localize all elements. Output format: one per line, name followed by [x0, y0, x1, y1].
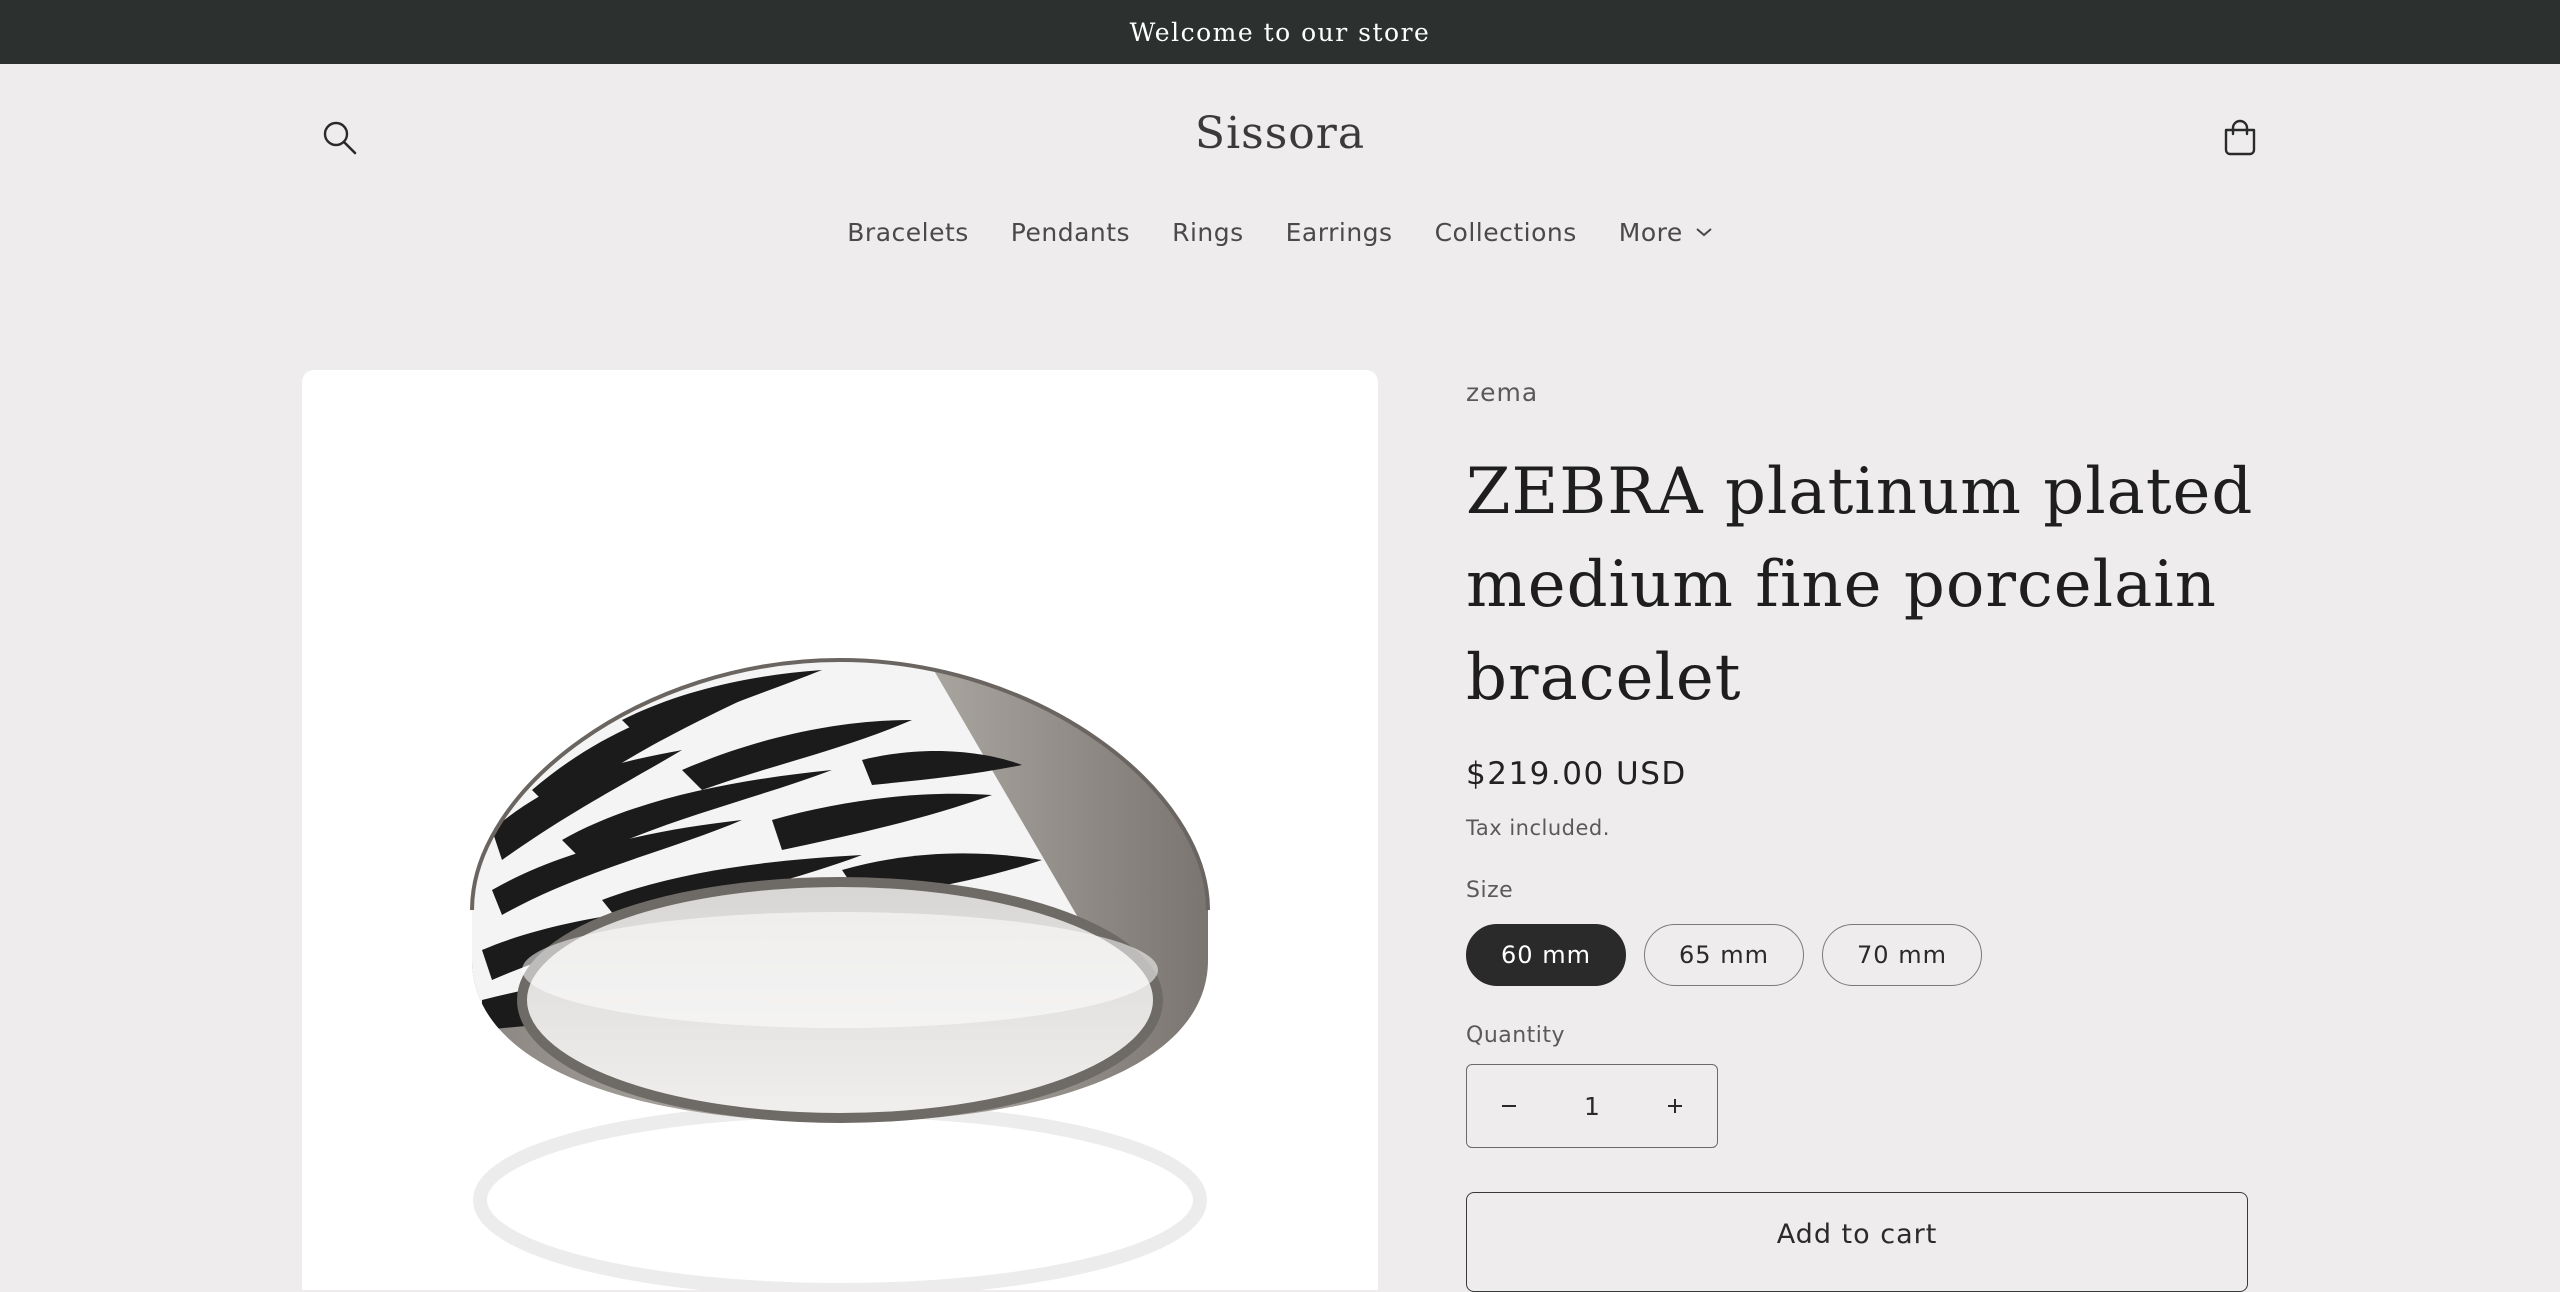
bracelet-image	[470, 657, 1210, 1290]
tax-note: Tax included.	[1466, 816, 1610, 840]
size-option-65mm[interactable]: 65 mm	[1644, 924, 1804, 986]
search-button[interactable]	[318, 116, 362, 160]
nav-item-label: Collections	[1434, 217, 1577, 247]
nav-item-label: Bracelets	[847, 217, 969, 247]
quantity-label: Quantity	[1466, 1023, 1566, 1048]
nav-item-bracelets[interactable]: Bracelets	[826, 218, 990, 247]
nav-item-rings[interactable]: Rings	[1151, 218, 1265, 247]
add-to-cart-button[interactable]: Add to cart	[1466, 1192, 2248, 1292]
product-vendor: zema	[1466, 378, 1539, 407]
nav-item-earrings[interactable]: Earrings	[1265, 218, 1414, 247]
announcement-bar: Welcome to our store	[0, 0, 2560, 64]
nav-item-collections[interactable]: Collections	[1414, 218, 1598, 247]
quantity-input[interactable]: 1	[1551, 1092, 1633, 1121]
shopping-bag-icon	[2224, 119, 2256, 156]
chevron-down-icon	[1696, 228, 1712, 237]
main-navigation: Bracelets Pendants Rings Earrings Collec…	[0, 210, 2560, 254]
quantity-increase-button[interactable]	[1633, 1065, 1717, 1147]
plus-icon	[1668, 1099, 1682, 1113]
nav-item-pendants[interactable]: Pendants	[990, 218, 1151, 247]
minus-icon	[1502, 1105, 1516, 1107]
product-image[interactable]	[302, 370, 1378, 1290]
nav-item-label: Rings	[1172, 217, 1244, 247]
nav-item-more[interactable]: More	[1598, 218, 1734, 247]
search-icon	[323, 121, 357, 155]
size-label: Size	[1466, 878, 1514, 903]
product-price: $219.00 USD	[1466, 756, 1687, 792]
brand-logo-link[interactable]: Sissora	[1080, 108, 1480, 159]
size-options: 60 mm 65 mm 70 mm	[1466, 924, 1982, 986]
nav-item-label: Pendants	[1010, 217, 1131, 247]
cart-button[interactable]	[2218, 114, 2262, 162]
quantity-decrease-button[interactable]	[1467, 1065, 1551, 1147]
announcement-text: Welcome to our store	[1129, 17, 1431, 47]
quantity-stepper: 1	[1466, 1064, 1718, 1148]
size-option-60mm[interactable]: 60 mm	[1466, 924, 1626, 986]
product-title: ZEBRA platinum plated medium fine porcel…	[1466, 455, 2254, 715]
size-option-70mm[interactable]: 70 mm	[1822, 924, 1982, 986]
nav-item-label: Earrings	[1285, 217, 1393, 247]
nav-item-label: More	[1618, 217, 1683, 247]
